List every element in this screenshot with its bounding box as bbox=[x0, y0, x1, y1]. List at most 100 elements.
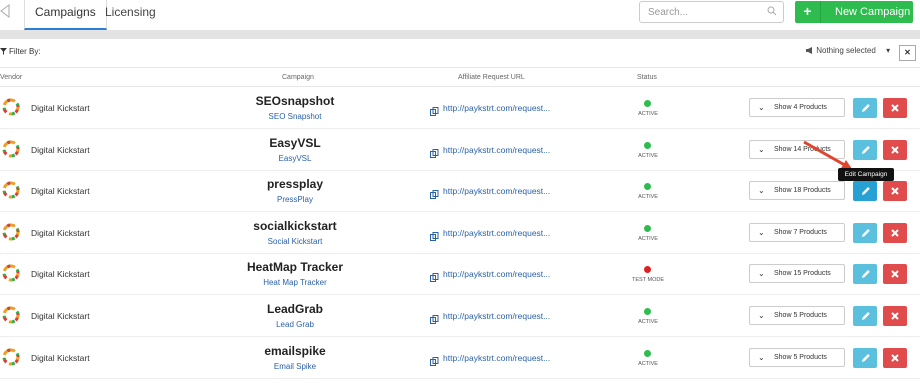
close-icon bbox=[891, 187, 899, 195]
affiliate-url[interactable]: http://paykstrt.com/request... bbox=[443, 228, 550, 238]
delete-campaign-button[interactable] bbox=[883, 348, 907, 368]
products-label: Show 5 Products bbox=[774, 312, 827, 319]
vendor-logo-icon bbox=[0, 179, 22, 201]
search-input[interactable]: Search... bbox=[639, 1, 784, 23]
copy-icon[interactable] bbox=[430, 186, 439, 199]
table-row: Digital Kickstart SEOsnapshot SEO Snapsh… bbox=[0, 88, 920, 129]
vendor-name: Digital Kickstart bbox=[31, 103, 90, 113]
campaign-name[interactable]: Heat Map Tracker bbox=[240, 278, 350, 287]
delete-campaign-button[interactable] bbox=[883, 181, 907, 201]
status-dot bbox=[644, 266, 651, 273]
campaign-logo: EasyVSL bbox=[269, 136, 321, 150]
status-badge: ACTIVE bbox=[638, 236, 658, 242]
edit-campaign-button[interactable] bbox=[853, 98, 877, 118]
products-label: Show 5 Products bbox=[774, 354, 827, 361]
vendor-name: Digital Kickstart bbox=[31, 228, 90, 238]
close-icon bbox=[891, 146, 899, 154]
filter-icon bbox=[0, 48, 7, 55]
affiliate-url[interactable]: http://paykstrt.com/request... bbox=[443, 353, 550, 363]
edit-tooltip: Edit Campaign bbox=[838, 168, 894, 181]
pencil-icon bbox=[862, 312, 870, 320]
campaign-name[interactable]: Social Kickstart bbox=[240, 237, 350, 246]
new-campaign-button[interactable]: + New Campaign bbox=[795, 1, 913, 23]
affiliate-url[interactable]: http://paykstrt.com/request... bbox=[443, 269, 550, 279]
close-icon bbox=[891, 270, 899, 278]
status-dot bbox=[644, 225, 651, 232]
col-campaign: Campaign bbox=[282, 74, 314, 81]
campaign-logo: emailspike bbox=[264, 344, 326, 358]
pencil-icon bbox=[862, 187, 870, 195]
delete-campaign-button[interactable] bbox=[883, 98, 907, 118]
show-products-button[interactable]: ⌄ Show 7 Products bbox=[749, 223, 845, 242]
edit-campaign-button[interactable] bbox=[853, 348, 877, 368]
megaphone-icon bbox=[806, 47, 812, 54]
status-dot bbox=[644, 183, 651, 190]
campaign-name[interactable]: Email Spike bbox=[240, 362, 350, 371]
copy-icon[interactable] bbox=[430, 145, 439, 158]
campaign-name[interactable]: Lead Grab bbox=[240, 320, 350, 329]
copy-icon[interactable] bbox=[430, 103, 439, 116]
plus-icon: + bbox=[795, 1, 821, 23]
copy-icon[interactable] bbox=[430, 269, 439, 282]
status-badge: ACTIVE bbox=[638, 319, 658, 325]
vendor-logo-icon bbox=[0, 96, 22, 118]
show-products-button[interactable]: ⌄ Show 15 Products bbox=[749, 264, 845, 283]
campaign-name[interactable]: EasyVSL bbox=[240, 154, 350, 163]
status-dot bbox=[644, 308, 651, 315]
filter-select[interactable]: Nothing selected ▾ bbox=[803, 43, 893, 59]
campaign-logo: pressplay bbox=[266, 177, 324, 191]
campaign-name[interactable]: PressPlay bbox=[240, 195, 350, 204]
close-icon bbox=[891, 229, 899, 237]
products-label: Show 7 Products bbox=[774, 229, 827, 236]
col-status: Status bbox=[637, 74, 657, 81]
back-icon[interactable] bbox=[0, 4, 12, 18]
affiliate-url[interactable]: http://paykstrt.com/request... bbox=[443, 186, 550, 196]
copy-icon[interactable] bbox=[430, 311, 439, 324]
pencil-icon bbox=[862, 229, 870, 237]
show-products-button[interactable]: ⌄ Show 18 Products bbox=[749, 181, 845, 200]
vendor-name: Digital Kickstart bbox=[31, 353, 90, 363]
close-icon bbox=[891, 312, 899, 320]
status-badge: ACTIVE bbox=[638, 361, 658, 367]
campaign-logo: SEOsnapshot bbox=[255, 94, 335, 108]
status-badge: ACTIVE bbox=[638, 111, 658, 117]
affiliate-url[interactable]: http://paykstrt.com/request... bbox=[443, 311, 550, 321]
table-row: Digital Kickstart pressplay PressPlay ht… bbox=[0, 171, 920, 212]
edit-campaign-button[interactable] bbox=[853, 264, 877, 284]
edit-campaign-button[interactable] bbox=[853, 306, 877, 326]
table-row: Digital Kickstart emailspike Email Spike… bbox=[0, 338, 920, 379]
edit-campaign-button[interactable] bbox=[853, 181, 877, 201]
chevron-down-icon: ⌄ bbox=[758, 145, 765, 154]
pencil-icon bbox=[862, 104, 870, 112]
affiliate-url[interactable]: http://paykstrt.com/request... bbox=[443, 103, 550, 113]
affiliate-url[interactable]: http://paykstrt.com/request... bbox=[443, 145, 550, 155]
campaign-logo: HeatMap Tracker bbox=[246, 260, 344, 274]
delete-campaign-button[interactable] bbox=[883, 223, 907, 243]
show-products-button[interactable]: ⌄ Show 5 Products bbox=[749, 348, 845, 367]
vendor-logo-icon bbox=[0, 221, 22, 243]
copy-icon[interactable] bbox=[430, 228, 439, 241]
vendor-logo-icon bbox=[0, 138, 22, 160]
campaign-name[interactable]: SEO Snapshot bbox=[240, 112, 350, 121]
copy-icon[interactable] bbox=[430, 353, 439, 366]
pencil-icon bbox=[862, 270, 870, 278]
show-products-button[interactable]: ⌄ Show 4 Products bbox=[749, 98, 845, 117]
vendor-name: Digital Kickstart bbox=[31, 269, 90, 279]
vendor-logo-icon bbox=[0, 262, 22, 284]
campaign-logo: LeadGrab bbox=[266, 302, 323, 316]
show-products-button[interactable]: ⌄ Show 5 Products bbox=[749, 306, 845, 325]
products-label: Show 15 Products bbox=[774, 270, 831, 277]
delete-campaign-button[interactable] bbox=[883, 140, 907, 160]
edit-campaign-button[interactable] bbox=[853, 223, 877, 243]
chevron-down-icon: ⌄ bbox=[758, 311, 765, 320]
products-label: Show 18 Products bbox=[774, 187, 831, 194]
delete-campaign-button[interactable] bbox=[883, 306, 907, 326]
filter-label: Filter By: bbox=[0, 47, 41, 56]
delete-campaign-button[interactable] bbox=[883, 264, 907, 284]
table-row: Digital Kickstart socialkickstart Social… bbox=[0, 213, 920, 254]
clear-filter-button[interactable]: ✕ bbox=[899, 45, 916, 61]
tab-licensing[interactable]: Licensing bbox=[95, 0, 166, 30]
vendor-logo-icon bbox=[0, 346, 22, 368]
table-row: Digital Kickstart EasyVSL EasyVSL http:/… bbox=[0, 130, 920, 171]
close-icon bbox=[891, 104, 899, 112]
